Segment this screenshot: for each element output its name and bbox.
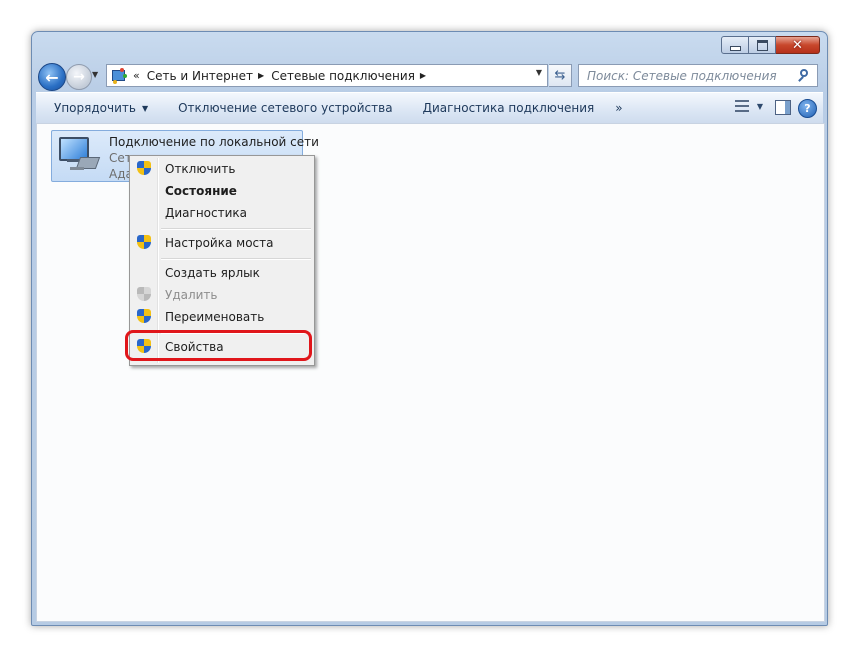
disable-device-label: Отключение сетевого устройства — [178, 101, 393, 115]
menu-item-label: Создать ярлык — [165, 266, 260, 280]
view-options-button[interactable]: ▼ — [734, 99, 763, 113]
minimize-icon — [729, 45, 741, 51]
refresh-button[interactable]: ⇆ — [549, 64, 572, 87]
menu-item-label: Состояние — [165, 184, 237, 198]
menu-separator — [161, 228, 311, 230]
back-button[interactable]: ← — [38, 63, 66, 91]
menu-item-create-shortcut[interactable]: Создать ярлык — [132, 262, 312, 284]
uac-shield-icon — [137, 235, 152, 251]
diagnose-connection-label: Диагностика подключения — [422, 101, 595, 115]
menu-item-label: Удалить — [165, 288, 218, 302]
maximize-icon — [756, 39, 768, 51]
organize-button[interactable]: Упорядочить ▼ — [36, 93, 163, 123]
diagnose-connection-button[interactable]: Диагностика подключения — [408, 93, 610, 123]
recent-pages-dropdown[interactable]: ▼ — [92, 70, 98, 79]
menu-item-bridge[interactable]: Настройка моста — [132, 232, 312, 254]
maximize-button[interactable] — [749, 36, 776, 54]
network-adapter-icon — [56, 135, 101, 175]
search-input[interactable]: Поиск: Сетевые подключения — [579, 69, 797, 83]
menu-separator — [161, 258, 311, 260]
caption-buttons: ✕ — [721, 36, 820, 54]
breadcrumb-network-connections[interactable]: Сетевые подключения — [271, 69, 415, 83]
chevron-down-icon: ▼ — [141, 103, 149, 113]
menu-item-delete: Удалить — [132, 284, 312, 306]
disable-device-button[interactable]: Отключение сетевого устройства — [163, 93, 407, 123]
preview-pane-icon[interactable] — [775, 100, 791, 115]
command-bar: Упорядочить ▼ Отключение сетевого устрой… — [36, 92, 823, 124]
menu-item-diagnostics[interactable]: Диагностика — [132, 202, 312, 224]
breadcrumb-chevron-icon[interactable]: ▶ — [420, 71, 426, 80]
menu-item-rename[interactable]: Переименовать — [132, 306, 312, 328]
menu-item-label: Настройка моста — [165, 236, 274, 250]
chevron-down-icon: ▼ — [756, 101, 763, 111]
connection-name: Подключение по локальной сети — [109, 135, 319, 149]
refresh-icon: ⇆ — [554, 68, 566, 83]
search-box[interactable]: Поиск: Сетевые подключения — [578, 64, 818, 87]
address-overflow[interactable]: « — [133, 69, 140, 82]
menu-item-label: Переименовать — [165, 310, 265, 324]
minimize-button[interactable] — [721, 36, 749, 54]
breadcrumb-network-internet[interactable]: Сеть и Интернет — [147, 69, 253, 83]
help-icon[interactable]: ? — [798, 99, 817, 118]
organize-label: Упорядочить — [54, 101, 136, 115]
forward-button[interactable]: → — [66, 64, 92, 90]
properties-highlight-outline — [125, 330, 312, 361]
address-bar[interactable]: « Сеть и Интернет ▶ Сетевые подключения … — [106, 64, 548, 87]
breadcrumb-chevron-icon[interactable]: ▶ — [258, 71, 264, 80]
view-options-icon — [734, 99, 749, 113]
search-icon[interactable] — [797, 68, 811, 83]
forward-arrow-icon: → — [73, 69, 85, 85]
more-commands-button[interactable]: » — [609, 101, 628, 115]
menu-item-label: Диагностика — [165, 206, 248, 220]
address-dropdown-icon[interactable]: ▼ — [536, 68, 542, 77]
uac-shield-icon — [137, 309, 152, 325]
menu-item-status[interactable]: Состояние — [132, 180, 312, 202]
uac-shield-icon — [137, 287, 152, 303]
uac-shield-icon — [137, 161, 152, 177]
menu-item-disable[interactable]: Отключить — [132, 158, 312, 180]
network-folder-icon — [111, 67, 127, 84]
back-arrow-icon: ← — [45, 67, 59, 87]
menu-item-label: Отключить — [165, 162, 236, 176]
close-button[interactable]: ✕ — [776, 36, 820, 54]
close-icon: ✕ — [792, 37, 803, 53]
